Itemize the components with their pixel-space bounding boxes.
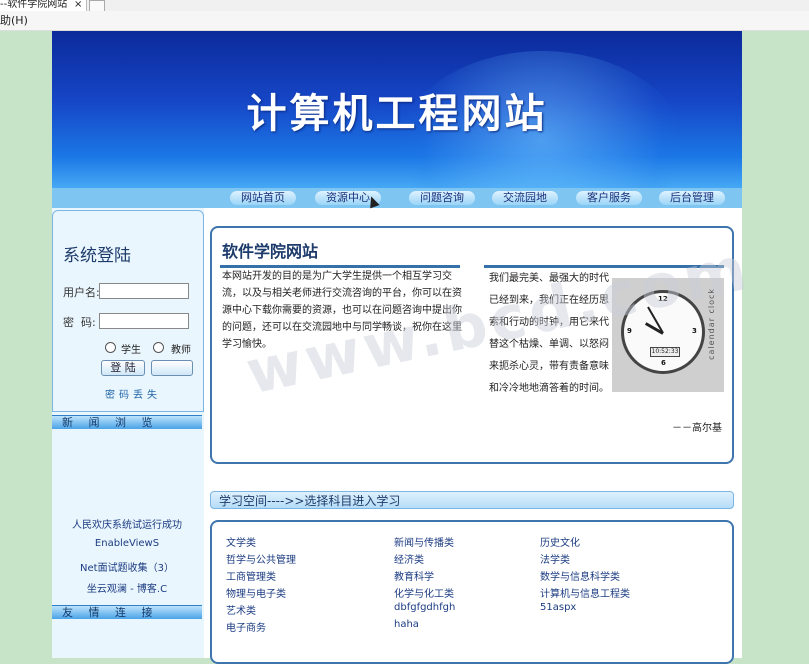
news-heading: 新 闻 浏 览 [52, 415, 202, 429]
role-student-label: 学生 [121, 345, 141, 356]
password-input[interactable] [99, 313, 189, 329]
tab-title: --软件学院网站 [0, 0, 68, 10]
clock-num: 3 [692, 327, 697, 335]
subject-link[interactable]: 51aspx [540, 602, 576, 613]
subject-link[interactable]: 教育科学 [394, 568, 434, 583]
subject-link[interactable]: 经济类 [394, 551, 424, 566]
web-page: 计算机工程网站 网站首页 资源中心 问题咨询 交流园地 客户服务 后台管理 系统… [52, 31, 756, 664]
role-student-radio[interactable] [105, 342, 116, 353]
nav-service[interactable]: 客户服务 [576, 191, 642, 205]
clock-digital-readout: 10:52:33 [650, 347, 680, 357]
role-teacher-radio[interactable] [153, 342, 164, 353]
subject-link[interactable]: 数学与信息科学类 [540, 568, 620, 583]
password-label: 密 码: [63, 316, 96, 329]
quote-author: －－高尔基 [672, 423, 722, 434]
news-item[interactable]: Net面试题收集（3） [52, 559, 202, 574]
intro-title: 软件学院网站 [222, 242, 319, 261]
nav-questions[interactable]: 问题咨询 [409, 191, 475, 205]
close-icon[interactable]: × [74, 0, 82, 10]
subject-link[interactable]: 物理与电子类 [226, 585, 286, 600]
subject-link[interactable]: 工商管理类 [226, 568, 276, 583]
browser-tabbar: --软件学院网站 × [0, 0, 809, 12]
subject-link[interactable]: 化学与化工类 [394, 585, 454, 600]
links-heading: 友 情 连 接 [52, 605, 202, 619]
subject-link[interactable]: 艺术类 [226, 602, 256, 617]
nav-forum[interactable]: 交流园地 [492, 191, 558, 205]
browser-menubar: 助(H) [0, 11, 809, 31]
left-sidebar: 系统登陆 用户名: 密 码: 学生 教师 登 陆 密码丢失 新 闻 浏 览 人民… [52, 208, 204, 658]
username-input[interactable] [99, 283, 189, 299]
subjects-panel: 文学类 新闻与传播类 历史文化 哲学与公共管理 经济类 法学类 工商管理类 教育… [210, 520, 734, 664]
menu-help[interactable]: 助(H) [0, 14, 28, 27]
learning-bar[interactable]: 学习空间---->>选择科目进入学习 [210, 491, 734, 509]
reset-button[interactable] [151, 360, 193, 376]
subject-link[interactable]: 文学类 [226, 534, 256, 549]
main-nav: 网站首页 资源中心 问题咨询 交流园地 客户服务 后台管理 [52, 188, 742, 208]
site-banner: 计算机工程网站 [52, 31, 742, 188]
login-title: 系统登陆 [63, 246, 131, 266]
subject-link[interactable]: 法学类 [540, 551, 570, 566]
news-item[interactable]: 坐云观澜 - 博客.C [52, 580, 202, 595]
subject-link[interactable]: dbfgfgdhfgh [394, 602, 455, 613]
login-panel: 系统登陆 用户名: 密 码: 学生 教师 登 陆 密码丢失 [52, 210, 204, 412]
subject-link[interactable]: 计算机与信息工程类 [540, 585, 630, 600]
subject-link[interactable]: 历史文化 [540, 534, 580, 549]
news-item[interactable]: 人民欢庆系统试运行成功 [52, 516, 202, 531]
subject-link[interactable]: 哲学与公共管理 [226, 551, 296, 566]
username-label: 用户名: [63, 286, 100, 299]
subject-link[interactable]: 新闻与传播类 [394, 534, 454, 549]
news-item[interactable]: EnableViewS [52, 538, 202, 549]
site-title: 计算机工程网站 [246, 90, 548, 137]
nav-home[interactable]: 网站首页 [230, 191, 296, 205]
browser-tab[interactable]: --软件学院网站 × [0, 0, 87, 11]
forgot-password-link[interactable]: 密码丢失 [105, 386, 161, 401]
role-teacher-label: 教师 [171, 345, 191, 356]
subject-link[interactable]: 电子商务 [226, 619, 266, 634]
clock-num: 6 [661, 359, 666, 367]
login-button[interactable]: 登 陆 [101, 360, 145, 376]
nav-admin[interactable]: 后台管理 [659, 191, 725, 205]
subject-link[interactable]: haha [394, 619, 419, 630]
